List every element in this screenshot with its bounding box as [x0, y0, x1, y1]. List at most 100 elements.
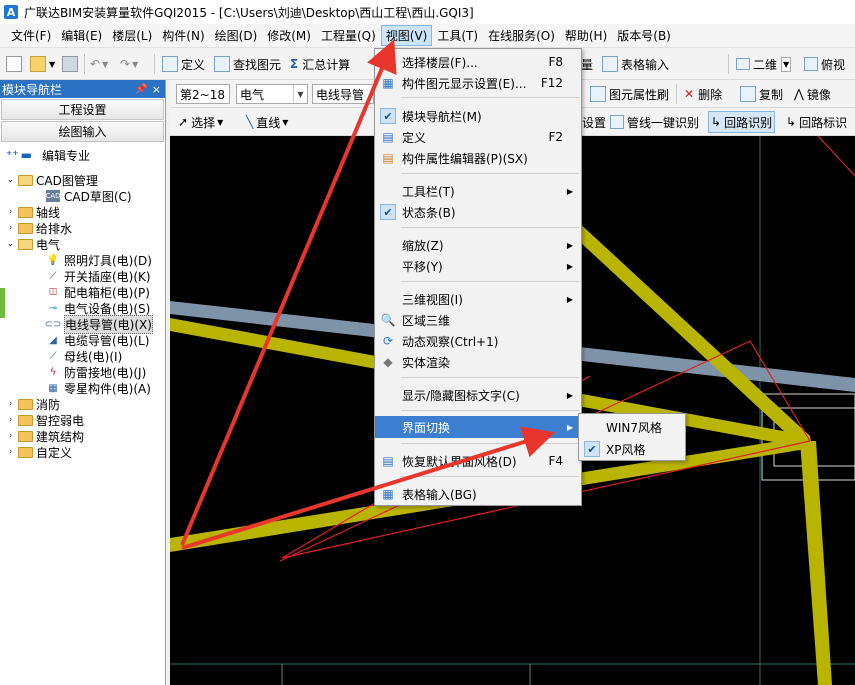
- menu-item-table-input[interactable]: ▦ 表格输入(BG): [375, 483, 581, 505]
- project-settings-button[interactable]: 工程设置: [1, 99, 164, 120]
- menu-item-3d-view[interactable]: 三维视图(I) ▶: [375, 288, 581, 310]
- menu-version[interactable]: 版本号(B): [612, 25, 676, 46]
- open-file-button[interactable]: ▼: [30, 53, 55, 75]
- chevron-down-icon: ▼: [217, 117, 224, 127]
- cursor-icon: ➚: [178, 115, 189, 129]
- delete-button[interactable]: ✕ 删除: [684, 83, 722, 105]
- tree-item-busbar[interactable]: ⟋ 母线(电)(I): [46, 348, 123, 364]
- menu-floor[interactable]: 楼层(L): [107, 25, 157, 46]
- tree-item-axis[interactable]: › 轴线: [6, 204, 60, 220]
- edit-major-label[interactable]: 编辑专业: [42, 147, 90, 164]
- menu-component[interactable]: 构件(N): [157, 25, 209, 46]
- pin-icon[interactable]: 📌: [135, 84, 147, 95]
- mirror-button[interactable]: ⋀ 镜像: [794, 83, 831, 105]
- line-icon: ╲: [246, 115, 254, 129]
- expand-icon[interactable]: ›: [6, 447, 15, 457]
- menu-online[interactable]: 在线服务(O): [483, 25, 560, 46]
- tree-item-wire-conduit[interactable]: ⊂⊃ 电线导管(电)(X): [45, 314, 153, 334]
- find-element-button[interactable]: 查找图元: [214, 53, 281, 75]
- find-label: 查找图元: [233, 57, 282, 72]
- menu-item-icon-text[interactable]: 显示/隐藏图标文字(C) ▶: [375, 384, 581, 406]
- tree-item-water[interactable]: › 给排水: [6, 220, 72, 236]
- menu-item-zoom[interactable]: 缩放(Z) ▶: [375, 234, 581, 256]
- expand-icon[interactable]: ›: [6, 399, 15, 409]
- expand-icon[interactable]: ›: [6, 415, 15, 425]
- menu-item-win7-style[interactable]: WIN7风格: [579, 416, 685, 438]
- pipe-icon: [610, 115, 624, 129]
- toolbar-divider: [84, 54, 85, 74]
- menu-item-render[interactable]: ◆ 实体渲染: [375, 351, 581, 373]
- menu-item-dynamic-orbit[interactable]: ⟳ 动态观察(Ctrl+1): [375, 330, 581, 352]
- tree-item-cable-conduit[interactable]: ◢ 电缆导管(电)(L): [46, 332, 149, 348]
- menu-draw[interactable]: 绘图(D): [210, 25, 263, 46]
- component-type-select[interactable]: 电线导管: [312, 83, 374, 105]
- tree-item-distribution-box[interactable]: ◫ 配电箱柜(电)(P): [46, 284, 150, 300]
- menu-item-zone-3d[interactable]: 🔍 区域三维: [375, 309, 581, 331]
- loop-recognize-button[interactable]: ↳ 回路识别: [708, 111, 776, 133]
- new-file-button[interactable]: [6, 53, 25, 75]
- menu-file[interactable]: 文件(F): [6, 25, 56, 46]
- tree-item-fire[interactable]: › 消防: [6, 396, 60, 412]
- tree-item-low-voltage[interactable]: › 智控弱电: [6, 412, 84, 428]
- menu-modify[interactable]: 修改(M): [262, 25, 316, 46]
- tree-item-electric[interactable]: ⌄ 电气: [6, 236, 60, 252]
- loop-mark-label: 回路标识: [799, 115, 848, 130]
- tree-item-cad-management[interactable]: ⌄ CAD图管理: [6, 172, 98, 188]
- tree-item-lighting[interactable]: 💡 照明灯具(电)(D): [46, 252, 152, 268]
- undo-button[interactable]: ↶ ▼: [90, 53, 108, 75]
- redo-button[interactable]: ↷ ▼: [120, 53, 138, 75]
- settings-button[interactable]: 设置: [582, 111, 606, 133]
- summary-calc-button[interactable]: Σ 汇总计算: [290, 53, 350, 75]
- menu-item-module-nav[interactable]: ✔ 模块导航栏(M): [375, 105, 581, 127]
- expand-icon[interactable]: ›: [6, 223, 15, 233]
- menu-item-display-settings[interactable]: ▦ 构件图元显示设置(E)... F12: [375, 72, 581, 94]
- tree-item-switch-socket[interactable]: ⟋ 开关插座(电)(K): [46, 268, 151, 284]
- tree-item-misc-components[interactable]: ▦ 零星构件(电)(A): [46, 380, 151, 396]
- chevron-down-icon: ▼: [132, 59, 139, 69]
- table-input-button[interactable]: 表格输入: [602, 53, 669, 75]
- menu-edit[interactable]: 编辑(E): [56, 25, 107, 46]
- menu-tools[interactable]: 工具(T): [432, 25, 483, 46]
- save-button[interactable]: [62, 53, 81, 75]
- menu-item-toolbar[interactable]: 工具栏(T) ▶: [375, 180, 581, 202]
- table-icon: [602, 56, 618, 72]
- loop-mark-button[interactable]: ↳ 回路标识: [786, 111, 847, 133]
- view-2d-combo[interactable]: 二维 ▼: [736, 53, 792, 75]
- menu-item-property-editor[interactable]: ▤ 构件属性编辑器(P)(SX): [375, 147, 581, 169]
- attribute-brush-button[interactable]: 图元属性刷: [590, 83, 669, 105]
- menu-item-select-floor[interactable]: ▤ 选择楼层(F)... F8: [375, 51, 581, 73]
- close-icon[interactable]: ×: [152, 83, 161, 96]
- menu-item-restore-default[interactable]: ▤ 恢复默认界面风格(D) F4: [375, 450, 581, 472]
- view-top-combo[interactable]: 俯视: [804, 53, 845, 75]
- add-icon[interactable]: ⁺⁺: [6, 148, 19, 162]
- menu-help[interactable]: 帮助(H): [560, 25, 612, 46]
- menu-item-pan[interactable]: 平移(Y) ▶: [375, 255, 581, 277]
- menu-item-define[interactable]: ▤ 定义 F2: [375, 126, 581, 148]
- tree-item-cad-sketch[interactable]: CAD CAD草图(C): [45, 188, 131, 204]
- remove-icon[interactable]: ▬: [21, 148, 32, 162]
- chevron-down-icon: ▼: [293, 85, 307, 103]
- collapse-icon[interactable]: ⌄: [6, 239, 15, 249]
- loop-mark-icon: ↳: [786, 115, 797, 129]
- menu-item-xp-style[interactable]: ✔ XP风格: [579, 438, 685, 460]
- collapse-icon[interactable]: ⌄: [6, 175, 15, 185]
- pipe-one-click-button[interactable]: 管线一键识别: [610, 111, 699, 133]
- major-select[interactable]: 电气 ▼: [236, 83, 308, 105]
- expand-icon[interactable]: ›: [6, 431, 15, 441]
- tree-item-building[interactable]: › 建筑结构: [6, 428, 84, 444]
- save-icon: [62, 56, 78, 72]
- menu-item-status-bar[interactable]: ✔ 状态条(B): [375, 201, 581, 223]
- tree-item-custom[interactable]: › 自定义: [6, 444, 72, 460]
- menu-view[interactable]: 视图(V): [380, 25, 433, 46]
- line-button[interactable]: ╲ 直线 ▼: [246, 111, 288, 133]
- tree-item-lightning-ground[interactable]: ϟ 防雷接地(电)(J): [46, 364, 147, 380]
- menu-item-switch-ui[interactable]: 界面切换 ▶: [375, 416, 581, 438]
- copy-button[interactable]: 复制: [740, 83, 783, 105]
- menu-quantity[interactable]: 工程量(Q): [316, 25, 381, 46]
- floor-select[interactable]: 第2~18: [176, 83, 230, 105]
- expand-icon[interactable]: ›: [6, 207, 15, 217]
- select-button[interactable]: ➚ 选择 ▼: [178, 111, 223, 133]
- drawing-input-button[interactable]: 绘图输入: [1, 121, 164, 142]
- define-button[interactable]: 定义: [162, 53, 205, 75]
- quantity-button[interactable]: 量: [581, 53, 593, 75]
